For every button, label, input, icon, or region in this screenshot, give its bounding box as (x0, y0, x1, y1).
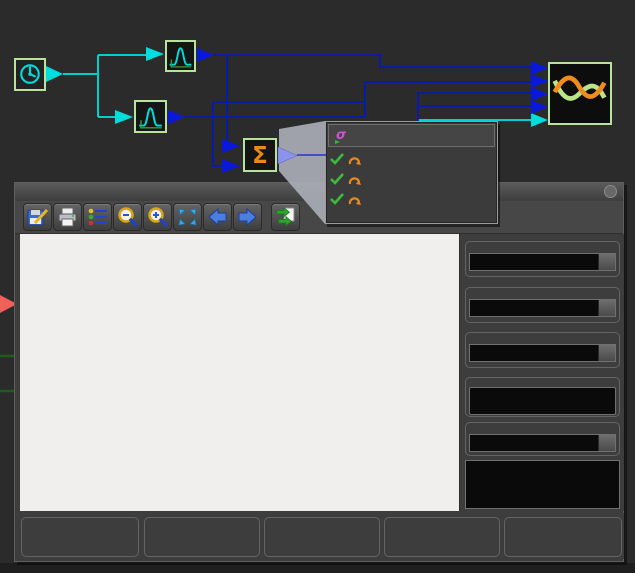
motion-editor-canvas: Σ (0, 0, 635, 573)
output-arrow-layer (0, 0, 635, 573)
add-output-arrow (278, 147, 297, 164)
